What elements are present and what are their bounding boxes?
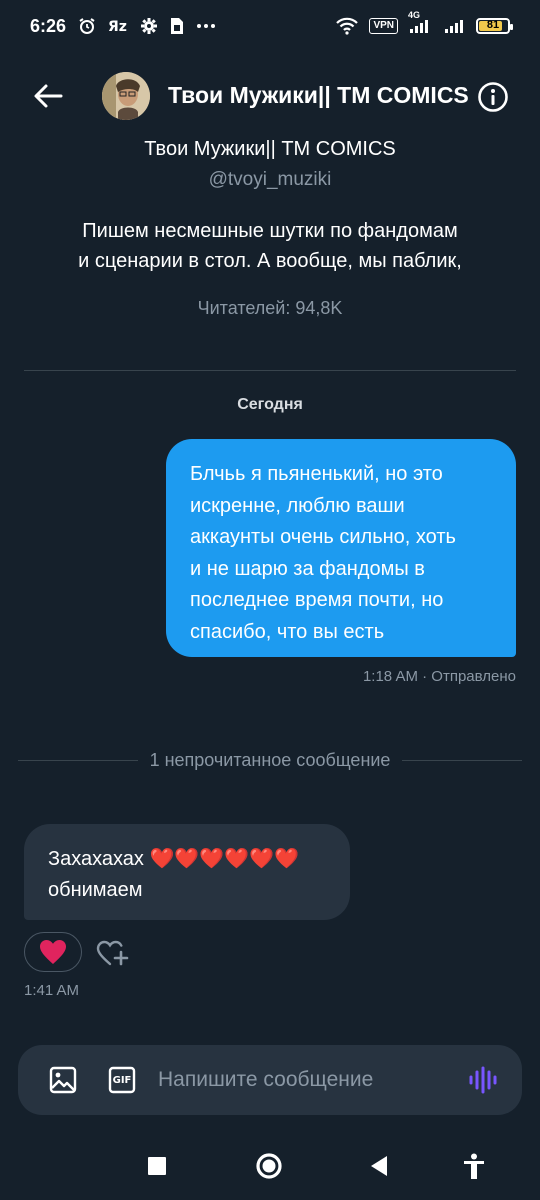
heart-plus-icon	[96, 940, 129, 966]
unread-line	[18, 759, 138, 761]
voice-waveform-icon	[469, 1066, 497, 1094]
sim-card-icon	[170, 17, 184, 35]
message-line: последнее время почти, но	[190, 589, 444, 611]
unread-line	[402, 759, 523, 761]
profile-bio: Пишем несмешные шутки по фандомам и сцен…	[40, 216, 500, 276]
conversation-header: Твои Мужики|| TM COMICS	[0, 60, 540, 132]
accessibility-icon	[464, 1153, 484, 1179]
profile-name[interactable]: Твои Мужики|| TM COMICS	[0, 138, 540, 161]
message-line: аккаунты очень сильно, хоть	[190, 526, 456, 548]
triangle-back-icon	[371, 1156, 387, 1176]
heart-icon	[40, 940, 66, 964]
message-line: Захахахах ❤️❤️❤️❤️❤️❤️	[48, 844, 330, 875]
divider	[24, 370, 516, 371]
gif-label: GIF	[112, 1074, 132, 1086]
message-line: и не шарю за фандомы в	[190, 557, 425, 580]
profile-bio-line: и сценарии в стол. А вообще, мы паблик,	[78, 250, 462, 272]
vpn-badge: VPN	[369, 18, 398, 34]
sent-message-bubble[interactable]: Блчьь я пьяненький, но это искренне, люб…	[166, 439, 516, 657]
image-icon	[49, 1066, 77, 1094]
message-line: искренне, люблю ваши	[190, 494, 405, 517]
unread-divider: 1 непрочитанное сообщение	[18, 748, 523, 772]
heart-reaction[interactable]: ❤️	[24, 932, 82, 972]
wifi-icon	[335, 17, 359, 35]
more-notifications-icon	[196, 23, 216, 29]
message-line: Блчьь я пьяненький, но это	[190, 463, 443, 485]
accessibility-button[interactable]	[458, 1150, 490, 1182]
status-right: VPN 4G 81	[335, 10, 513, 35]
yandex-icon: Яz	[108, 17, 128, 35]
status-bar: 6:26 Яz VPN 4G 81	[0, 0, 540, 52]
network-type-label: 4G	[408, 10, 421, 20]
avatar[interactable]	[102, 72, 150, 120]
profile-followers: Читателей: 94,8K	[197, 298, 343, 318]
home-button[interactable]	[253, 1150, 285, 1182]
add-reaction-button[interactable]	[96, 938, 130, 968]
received-message-time: 1:41 AM	[24, 982, 80, 999]
info-button[interactable]	[476, 80, 510, 114]
add-gif-button[interactable]: GIF	[108, 1066, 136, 1094]
received-message-bubble[interactable]: Захахахах ❤️❤️❤️❤️❤️❤️ обнимаем	[24, 824, 350, 920]
battery-level: 81	[486, 19, 500, 31]
back-nav-button[interactable]	[363, 1150, 395, 1182]
header-title[interactable]: Твои Мужики|| TM COMICS	[168, 82, 474, 109]
unread-label: 1 непрочитанное сообщение	[149, 749, 391, 770]
message-line: обнимаем	[48, 879, 143, 901]
signal-bars-icon	[444, 18, 466, 34]
back-button[interactable]	[30, 78, 66, 114]
svg-text:Яz: Яz	[108, 19, 127, 35]
profile-bio-line: Пишем несмешные шутки по фандомам	[82, 220, 458, 242]
sent-message-meta: 1:18 AM · Отправлено	[362, 668, 516, 685]
heart-emojis: ❤️❤️❤️❤️❤️❤️	[149, 848, 299, 870]
message-input[interactable]	[158, 1062, 458, 1098]
status-time: 6:26	[30, 15, 67, 36]
add-image-button[interactable]	[48, 1065, 78, 1095]
square-icon	[148, 1157, 166, 1175]
recent-apps-button[interactable]	[141, 1150, 173, 1182]
signal-4g-icon: 4G	[408, 10, 434, 34]
arrow-left-icon	[34, 84, 63, 108]
profile-handle[interactable]: @tvoyi_muziki	[0, 169, 540, 191]
day-label: Сегодня	[237, 396, 303, 413]
message-text: Захахахах	[48, 848, 144, 870]
status-left: 6:26 Яz	[30, 16, 216, 37]
voice-message-button[interactable]	[466, 1065, 500, 1095]
alarm-icon	[78, 17, 96, 35]
message-line: спасибо, что вы есть	[190, 620, 385, 643]
battery-icon: 81	[476, 18, 513, 34]
info-icon	[478, 82, 508, 112]
system-nav-bar	[0, 1130, 540, 1200]
settings-gear-icon	[140, 17, 158, 35]
circle-home-icon	[256, 1153, 282, 1179]
message-composer: GIF	[18, 1045, 522, 1115]
